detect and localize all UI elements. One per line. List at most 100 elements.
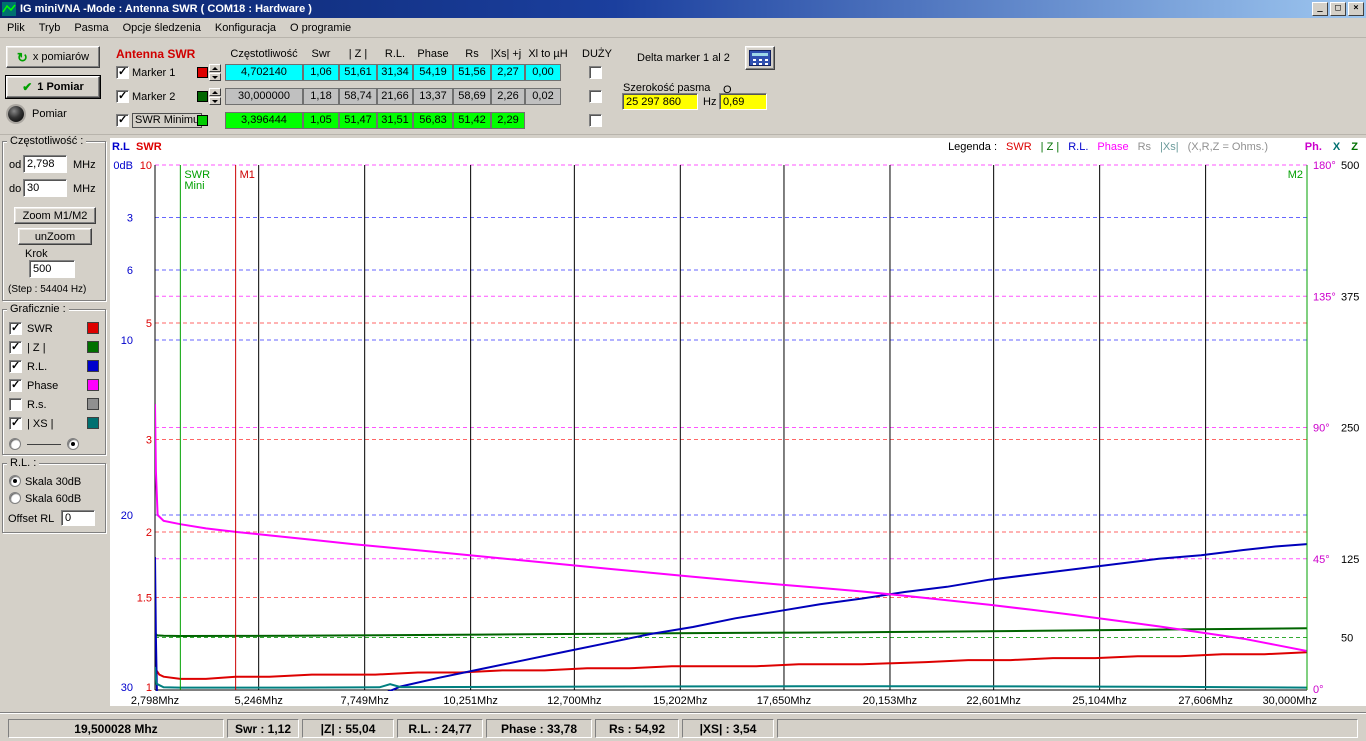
- marker-cell: 0,02: [525, 88, 561, 105]
- plot-item-label: SWR: [27, 323, 53, 335]
- marker-cell: 31,34: [377, 64, 413, 81]
- knob-icon: [8, 106, 24, 122]
- marker-cell: 4,702140: [225, 64, 303, 81]
- menu-item-o-programie[interactable]: O programie: [283, 19, 358, 37]
- plot-style-radio-1[interactable]: [9, 438, 21, 450]
- refresh-icon: ↻: [17, 51, 28, 64]
- marker-cell: 3,396444: [225, 112, 303, 129]
- freq-from-label: od: [9, 159, 21, 171]
- bandwidth-field[interactable]: [622, 93, 698, 110]
- swr-axis-tick: 10: [140, 160, 152, 172]
- plot-rs-checkbox[interactable]: [9, 398, 22, 411]
- zoom-m1-m2-button[interactable]: Zoom M1/M2: [14, 207, 96, 224]
- marker-row-1: Marker 14,7021401,0651,6131,3454,1951,56…: [116, 64, 616, 81]
- step-input[interactable]: [29, 260, 75, 278]
- marker-cell: 56,83: [413, 112, 453, 129]
- plot-phase-checkbox[interactable]: [9, 379, 22, 392]
- plot-swr-checkbox[interactable]: [9, 322, 22, 335]
- marker-cell: 2,29: [491, 112, 525, 129]
- z-ref-50-tick: 50: [1341, 633, 1353, 645]
- scale-60db-radio[interactable]: [9, 492, 21, 504]
- menu-item-opcje-śledzenia[interactable]: Opcje śledzenia: [116, 19, 208, 37]
- marker-cell: 51,61: [339, 64, 377, 81]
- x-axis-tick: 25,104Mhz: [1072, 695, 1126, 706]
- unzoom-button[interactable]: unZoom: [18, 228, 92, 245]
- marker-frequency-spinner[interactable]: [209, 88, 221, 105]
- calculator-icon: [749, 50, 771, 66]
- legend-item: (X,R,Z = Ohms.): [1188, 141, 1268, 153]
- mode-label: Antenna SWR: [116, 47, 195, 61]
- spinner-up-icon[interactable]: [209, 64, 221, 72]
- spinner-down-icon[interactable]: [209, 73, 221, 81]
- offset-rl-label: Offset RL: [8, 513, 54, 525]
- freq-from-unit: MHz: [73, 159, 96, 171]
- spinner-down-icon[interactable]: [209, 97, 221, 105]
- marker-cell: 2,27: [491, 64, 525, 81]
- plot-z-checkbox[interactable]: [9, 341, 22, 354]
- close-button[interactable]: ×: [1348, 2, 1364, 16]
- spinner-up-icon[interactable]: [209, 88, 221, 96]
- check-icon: ✔: [22, 81, 32, 93]
- plot-item-label: | Z |: [27, 342, 46, 354]
- rl-axis-tick: 6: [127, 265, 133, 277]
- reactance-axis-title: X: [1333, 141, 1340, 153]
- menu-item-tryb[interactable]: Tryb: [32, 19, 68, 37]
- calculator-button[interactable]: [745, 46, 775, 70]
- freq-to-unit: MHz: [73, 183, 96, 195]
- scale-30db-label: Skala 30dB: [25, 476, 81, 488]
- marker-table-header: |Xs| +j: [491, 48, 521, 60]
- menu-item-plik[interactable]: Plik: [0, 19, 32, 37]
- plot-color-swatch: [87, 341, 99, 353]
- menu-item-pasma[interactable]: Pasma: [67, 19, 115, 37]
- marker-enable-checkbox[interactable]: [116, 114, 129, 127]
- duzy-checkbox[interactable]: [589, 114, 602, 127]
- menu-item-konfiguracja[interactable]: Konfiguracja: [208, 19, 283, 37]
- minimize-button[interactable]: _: [1312, 2, 1328, 16]
- chart-legend: Legenda :SWR| Z |R.L.PhaseRs|Xs|(X,R,Z =…: [948, 141, 1268, 153]
- single-measure-button[interactable]: ✔ 1 Pomiar: [6, 76, 100, 98]
- legend-item: SWR: [1006, 141, 1032, 153]
- multi-measure-button[interactable]: ↻ x pomiarów: [6, 46, 100, 68]
- plot-item-label: | XS |: [27, 418, 54, 430]
- rl-axis-tick: 30: [121, 682, 133, 694]
- scale-30db-radio[interactable]: [9, 475, 21, 487]
- series-rl: [155, 544, 1307, 706]
- swr-axis-tick: 3: [146, 435, 152, 447]
- plot-rl-checkbox[interactable]: [9, 360, 22, 373]
- impedance-axis-title: Z: [1351, 141, 1358, 153]
- freq-from-input[interactable]: [23, 155, 67, 173]
- legend-item: Legenda :: [948, 141, 997, 153]
- restore-button[interactable]: □: [1330, 2, 1346, 16]
- duzy-checkbox[interactable]: [589, 90, 602, 103]
- q-field[interactable]: [719, 93, 767, 110]
- status-segment: Phase : 33,78: [486, 719, 592, 738]
- rl-group-title: R.L. :: [7, 457, 39, 469]
- left-axis-swr-title: SWR: [136, 141, 162, 153]
- marker-caption: Mini: [184, 180, 204, 192]
- measure-control[interactable]: Pomiar: [8, 106, 67, 122]
- plot-color-swatch: [87, 360, 99, 372]
- plot-xs-checkbox[interactable]: [9, 417, 22, 430]
- marker-enable-checkbox[interactable]: [116, 66, 129, 79]
- legend-item: | Z |: [1041, 141, 1060, 153]
- marker-cell: 58,74: [339, 88, 377, 105]
- control-panel: ↻ x pomiarów ✔ 1 Pomiar Pomiar Antenna S…: [0, 38, 1366, 135]
- marker-enable-checkbox[interactable]: [116, 90, 129, 103]
- freq-to-label: do: [9, 183, 21, 195]
- marker-cell: 54,19: [413, 64, 453, 81]
- measure-label: Pomiar: [32, 108, 67, 120]
- rl-axis-tick: 10: [121, 335, 133, 347]
- freq-to-input[interactable]: [23, 179, 67, 197]
- plot-color-swatch: [87, 417, 99, 429]
- marker-color-swatch: [197, 67, 208, 78]
- bandwidth-unit-label: Hz: [703, 96, 716, 108]
- title-bar[interactable]: IG miniVNA -Mode : Antenna SWR ( COM18 :…: [0, 0, 1366, 18]
- right-axis-titles: Ph. X Z: [1305, 141, 1358, 153]
- phase-axis-title: Ph.: [1305, 141, 1322, 153]
- marker-cell: 58,69: [453, 88, 491, 105]
- duzy-checkbox[interactable]: [589, 66, 602, 79]
- offset-rl-input[interactable]: [61, 510, 95, 526]
- marker-row-2: Marker 230,0000001,1858,7421,6613,3758,6…: [116, 88, 616, 105]
- plot-style-radio-2[interactable]: [67, 438, 79, 450]
- marker-frequency-spinner[interactable]: [209, 64, 221, 81]
